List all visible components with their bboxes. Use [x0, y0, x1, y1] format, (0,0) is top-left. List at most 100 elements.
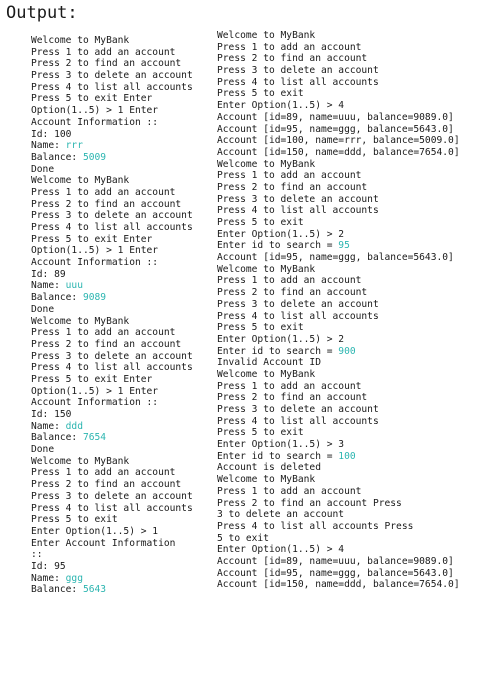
console-text: Account is deleted	[217, 462, 321, 474]
console-text: Balance:	[31, 292, 83, 304]
console-line: Account [id=150, name=ddd, balance=7654.…	[217, 147, 475, 159]
console-line: Press 5 to exit Enter	[31, 234, 211, 246]
console-text: Account [id=150, name=ddd, balance=7654.…	[217, 146, 460, 158]
console-line: Id: 150	[31, 409, 211, 421]
console-text: Press 5 to exit	[217, 217, 304, 228]
console-line: Done	[31, 444, 211, 456]
console-line: Balance: 5643	[31, 584, 211, 596]
console-text: Welcome to MyBank	[31, 315, 130, 327]
console-text: ::	[31, 549, 43, 561]
user-input-text: 5643	[82, 584, 107, 596]
console-line: Press 4 to list all accounts	[31, 222, 211, 234]
console-text: Press 4 to list all accounts	[31, 81, 193, 93]
console-line: Option(1..5) > 1 Enter	[31, 386, 211, 398]
console-line: 3 to delete an account	[217, 509, 475, 521]
console-text: Press 4 to list all accounts	[31, 502, 193, 514]
console-text: Press 1 to add an account	[217, 485, 362, 497]
console-line: Enter id to search = 100	[217, 451, 475, 463]
console-line: Press 1 to add an account	[31, 327, 211, 339]
console-line: Press 4 to list all accounts	[31, 82, 211, 94]
console-line: Welcome to MyBank	[31, 316, 211, 328]
console-line: Account [id=89, name=uuu, balance=9089.0…	[217, 556, 475, 568]
console-text: Name:	[31, 280, 66, 292]
console-line: Press 3 to delete an account	[217, 299, 475, 311]
console-text: Press 3 to delete an account	[217, 404, 379, 415]
console-text: Enter Option(1..5) > 2	[217, 333, 345, 345]
console-line: Press 2 to find an account Press	[217, 498, 475, 510]
console-text: Name:	[31, 140, 66, 152]
console-text: Press 1 to add an account	[31, 327, 176, 339]
console-text: Welcome to MyBank	[31, 175, 130, 187]
console-line: Balance: 9089	[31, 292, 211, 304]
console-line: Press 5 to exit	[217, 427, 475, 439]
console-line: Enter Option(1..5) > 4	[217, 544, 475, 556]
console-line: Press 1 to add an account	[217, 42, 475, 54]
console-output-right-column: Welcome to MyBank Press 1 to add an accou…	[217, 30, 475, 591]
console-line: Press 5 to exit	[217, 88, 475, 100]
console-line: Press 1 to add an account	[217, 486, 475, 498]
console-text: Press 2 to find an account	[31, 479, 182, 491]
console-line: Name: ggg	[31, 573, 211, 585]
console-line: Press 5 to exit Enter	[31, 374, 211, 386]
console-text: Press 5 to exit	[217, 88, 304, 100]
console-line: Press 3 to delete an account	[217, 404, 475, 416]
console-text: Id: 89	[31, 268, 66, 280]
console-text: Enter Option(1..5) > 3	[217, 439, 345, 451]
console-text: Done	[31, 303, 55, 315]
console-line: Done	[31, 304, 211, 316]
console-text: Welcome to MyBank	[217, 30, 316, 41]
console-text: Balance:	[31, 151, 83, 163]
console-text: Welcome to MyBank	[217, 158, 316, 170]
console-line: Press 2 to find an account	[217, 182, 475, 194]
console-line: Press 5 to exit Enter	[31, 93, 211, 105]
console-line: Account [id=150, name=ddd, balance=7654.…	[217, 579, 475, 591]
console-text: Enter Option(1..5) > 1	[31, 525, 159, 537]
console-text: Press 2 to find an account	[31, 58, 182, 70]
console-text: Press 5 to exit Enter	[31, 93, 153, 105]
console-text: Account [id=100, name=rrr, balance=5009.…	[217, 135, 460, 147]
console-line: Account Information ::	[31, 257, 211, 269]
console-line: Press 3 to delete an account	[31, 351, 211, 363]
console-text: Press 5 to exit	[31, 514, 118, 526]
console-line: Account [id=95, name=ggg, balance=5643.0…	[217, 568, 475, 580]
console-line: Id: 100	[31, 129, 211, 141]
console-line: Press 3 to delete an account	[217, 194, 475, 206]
console-text: Account Information ::	[31, 257, 159, 269]
console-text: 5 to exit	[217, 532, 269, 544]
console-line: Invalid Account ID	[217, 357, 475, 369]
console-line: Welcome to MyBank	[31, 456, 211, 468]
console-text: Press 1 to add an account	[217, 170, 362, 182]
console-text: Enter Option(1..5) > 4	[217, 544, 345, 556]
console-line: Account [id=100, name=rrr, balance=5009.…	[217, 135, 475, 147]
user-input-text: 5009	[82, 151, 107, 163]
console-text: Press 2 to find an account	[217, 53, 368, 65]
console-text: Enter id to search =	[217, 450, 339, 462]
user-input-text: 95	[338, 240, 350, 252]
console-line: Press 3 to delete an account	[31, 70, 211, 82]
console-text: Press 3 to delete an account	[31, 70, 193, 82]
console-line: Press 2 to find an account	[217, 392, 475, 404]
user-input-text: 100	[338, 450, 356, 462]
console-text: Account Information ::	[31, 116, 159, 128]
console-line: Id: 95	[31, 561, 211, 573]
console-text: Press 4 to list all accounts	[31, 362, 193, 374]
console-text: Press 3 to delete an account	[31, 350, 193, 362]
console-text: Id: 95	[31, 560, 66, 572]
console-line: Welcome to MyBank	[217, 474, 475, 486]
console-line: Option(1..5) > 1 Enter	[31, 245, 211, 257]
output-heading: Output:	[6, 3, 78, 23]
console-text: Press 3 to delete an account	[217, 193, 379, 205]
console-text: Enter Account Information	[31, 537, 176, 549]
console-line: Welcome to MyBank	[31, 35, 211, 47]
console-text: Press 4 to list all accounts	[217, 76, 379, 88]
console-text: Welcome to MyBank	[217, 368, 316, 380]
console-text: Press 5 to exit	[217, 427, 304, 439]
console-text: Press 4 to list all accounts Press	[217, 520, 414, 532]
console-text: Account Information ::	[31, 397, 159, 409]
console-text: Press 1 to add an account	[217, 41, 362, 53]
console-text: Welcome to MyBank	[217, 474, 316, 486]
console-line: Account [id=95, name=ggg, balance=5643.0…	[217, 252, 475, 264]
console-text: Press 4 to list all accounts	[217, 205, 379, 217]
console-line: Press 2 to find an account	[31, 479, 211, 491]
user-input-text: ddd	[65, 420, 83, 432]
